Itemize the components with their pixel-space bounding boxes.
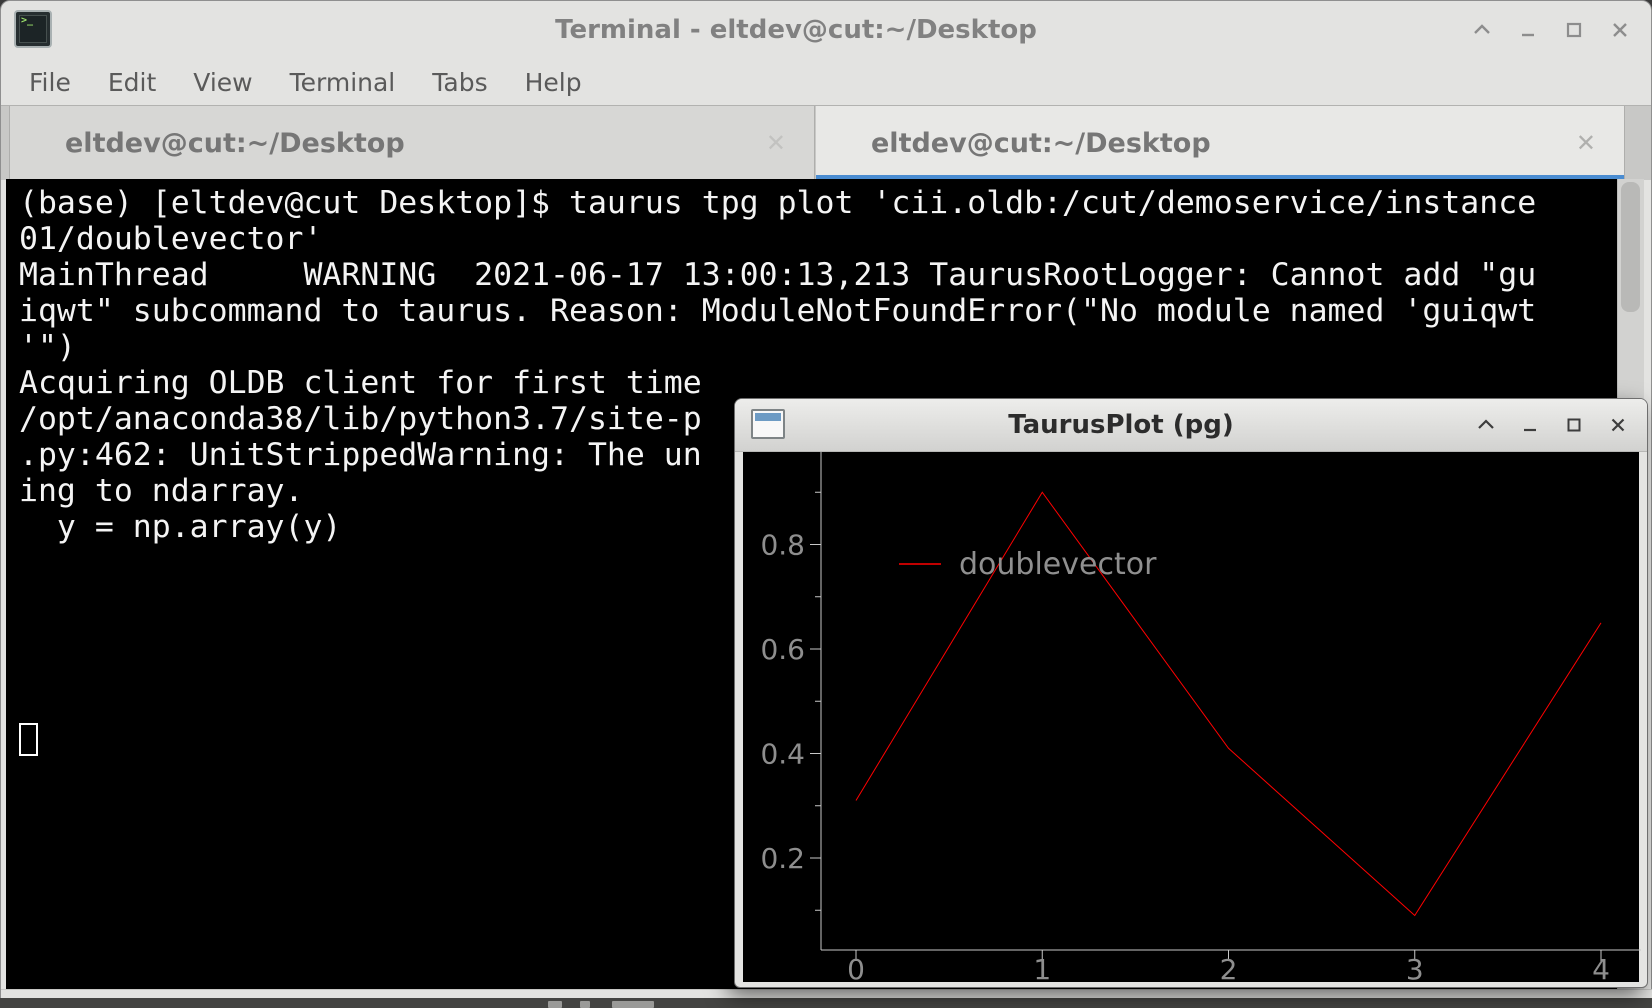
taskbar-fragment: [612, 1001, 654, 1008]
x-tick-label: 2: [1220, 953, 1238, 982]
tab-label: eltdev@cut:~/Desktop: [871, 128, 1211, 159]
menu-item-file[interactable]: File: [29, 68, 71, 97]
menu-item-tabs[interactable]: Tabs: [432, 68, 487, 97]
taurusplot-window: TaurusPlot (pg) 0.2 0.4 0.6 0.8 0 1 2 3 4 doublev…: [734, 398, 1648, 988]
close-icon: [1607, 414, 1629, 436]
shade-button[interactable]: [1467, 15, 1497, 45]
chevron-up-icon: [1475, 414, 1497, 436]
menubar: File Edit View Terminal Tabs Help: [1, 59, 1651, 105]
taurusplot-window-title: TaurusPlot (pg): [855, 399, 1387, 451]
terminal-window-controls: [1467, 1, 1635, 59]
minimize-button[interactable]: [1515, 410, 1545, 440]
terminal-titlebar: >_ Terminal - eltdev@cut:~/Desktop: [1, 1, 1651, 59]
taskbar-fragment: [548, 1001, 562, 1008]
taurusplot-app-icon-bar: [755, 413, 781, 421]
maximize-button[interactable]: [1559, 15, 1589, 45]
taskbar-fragment: [580, 1001, 590, 1008]
taurusplot-titlebar: TaurusPlot (pg): [735, 399, 1647, 452]
y-tick-label: 0.8: [760, 529, 805, 562]
menu-item-help[interactable]: Help: [525, 68, 582, 97]
tab-close-icon[interactable]: ✕: [1576, 131, 1596, 155]
x-tick-label: 0: [847, 953, 865, 982]
x-tick-label: 4: [1592, 953, 1610, 982]
taurusplot-app-icon: [751, 409, 785, 439]
close-icon: [1609, 19, 1631, 41]
minimize-icon: [1519, 414, 1541, 436]
menu-item-view[interactable]: View: [193, 68, 252, 97]
tab-label: eltdev@cut:~/Desktop: [65, 128, 405, 159]
close-button[interactable]: [1603, 410, 1633, 440]
y-tick-label: 0.6: [760, 633, 805, 666]
menu-item-edit[interactable]: Edit: [108, 68, 156, 97]
plot-area[interactable]: 0.2 0.4 0.6 0.8 0 1 2 3 4 doublevector: [743, 452, 1639, 982]
terminal-tab-1[interactable]: eltdev@cut:~/Desktop ✕: [9, 106, 815, 180]
terminal-app-icon: >_: [14, 10, 52, 48]
y-tick-label: 0.2: [760, 842, 805, 875]
scrollbar-thumb[interactable]: [1621, 182, 1640, 312]
taurusplot-window-controls: [1471, 399, 1633, 451]
menu-item-terminal[interactable]: Terminal: [290, 68, 396, 97]
terminal-app-icon-prompt: >_: [21, 16, 33, 26]
minimize-button[interactable]: [1513, 15, 1543, 45]
maximize-button[interactable]: [1559, 410, 1589, 440]
close-button[interactable]: [1605, 15, 1635, 45]
x-tick-label: 1: [1033, 953, 1051, 982]
x-tick-label: 3: [1406, 953, 1424, 982]
desktop-strip: [0, 998, 1652, 1008]
terminal-window-title: Terminal - eltdev@cut:~/Desktop: [201, 1, 1391, 59]
maximize-icon: [1563, 414, 1585, 436]
terminal-tab-2[interactable]: eltdev@cut:~/Desktop ✕: [816, 106, 1625, 180]
minimize-icon: [1517, 19, 1539, 41]
legend-label: doublevector: [959, 547, 1157, 582]
tabbar: eltdev@cut:~/Desktop✕eltdev@cut:~/Deskto…: [1, 105, 1651, 180]
terminal-cursor: [19, 723, 38, 756]
chevron-up-icon: [1471, 19, 1493, 41]
y-tick-label: 0.4: [760, 738, 805, 771]
shade-button[interactable]: [1471, 410, 1501, 440]
tab-close-icon[interactable]: ✕: [766, 131, 786, 155]
maximize-icon: [1563, 19, 1585, 41]
plot-canvas[interactable]: 0.2 0.4 0.6 0.8 0 1 2 3 4 doublevector: [743, 452, 1641, 982]
